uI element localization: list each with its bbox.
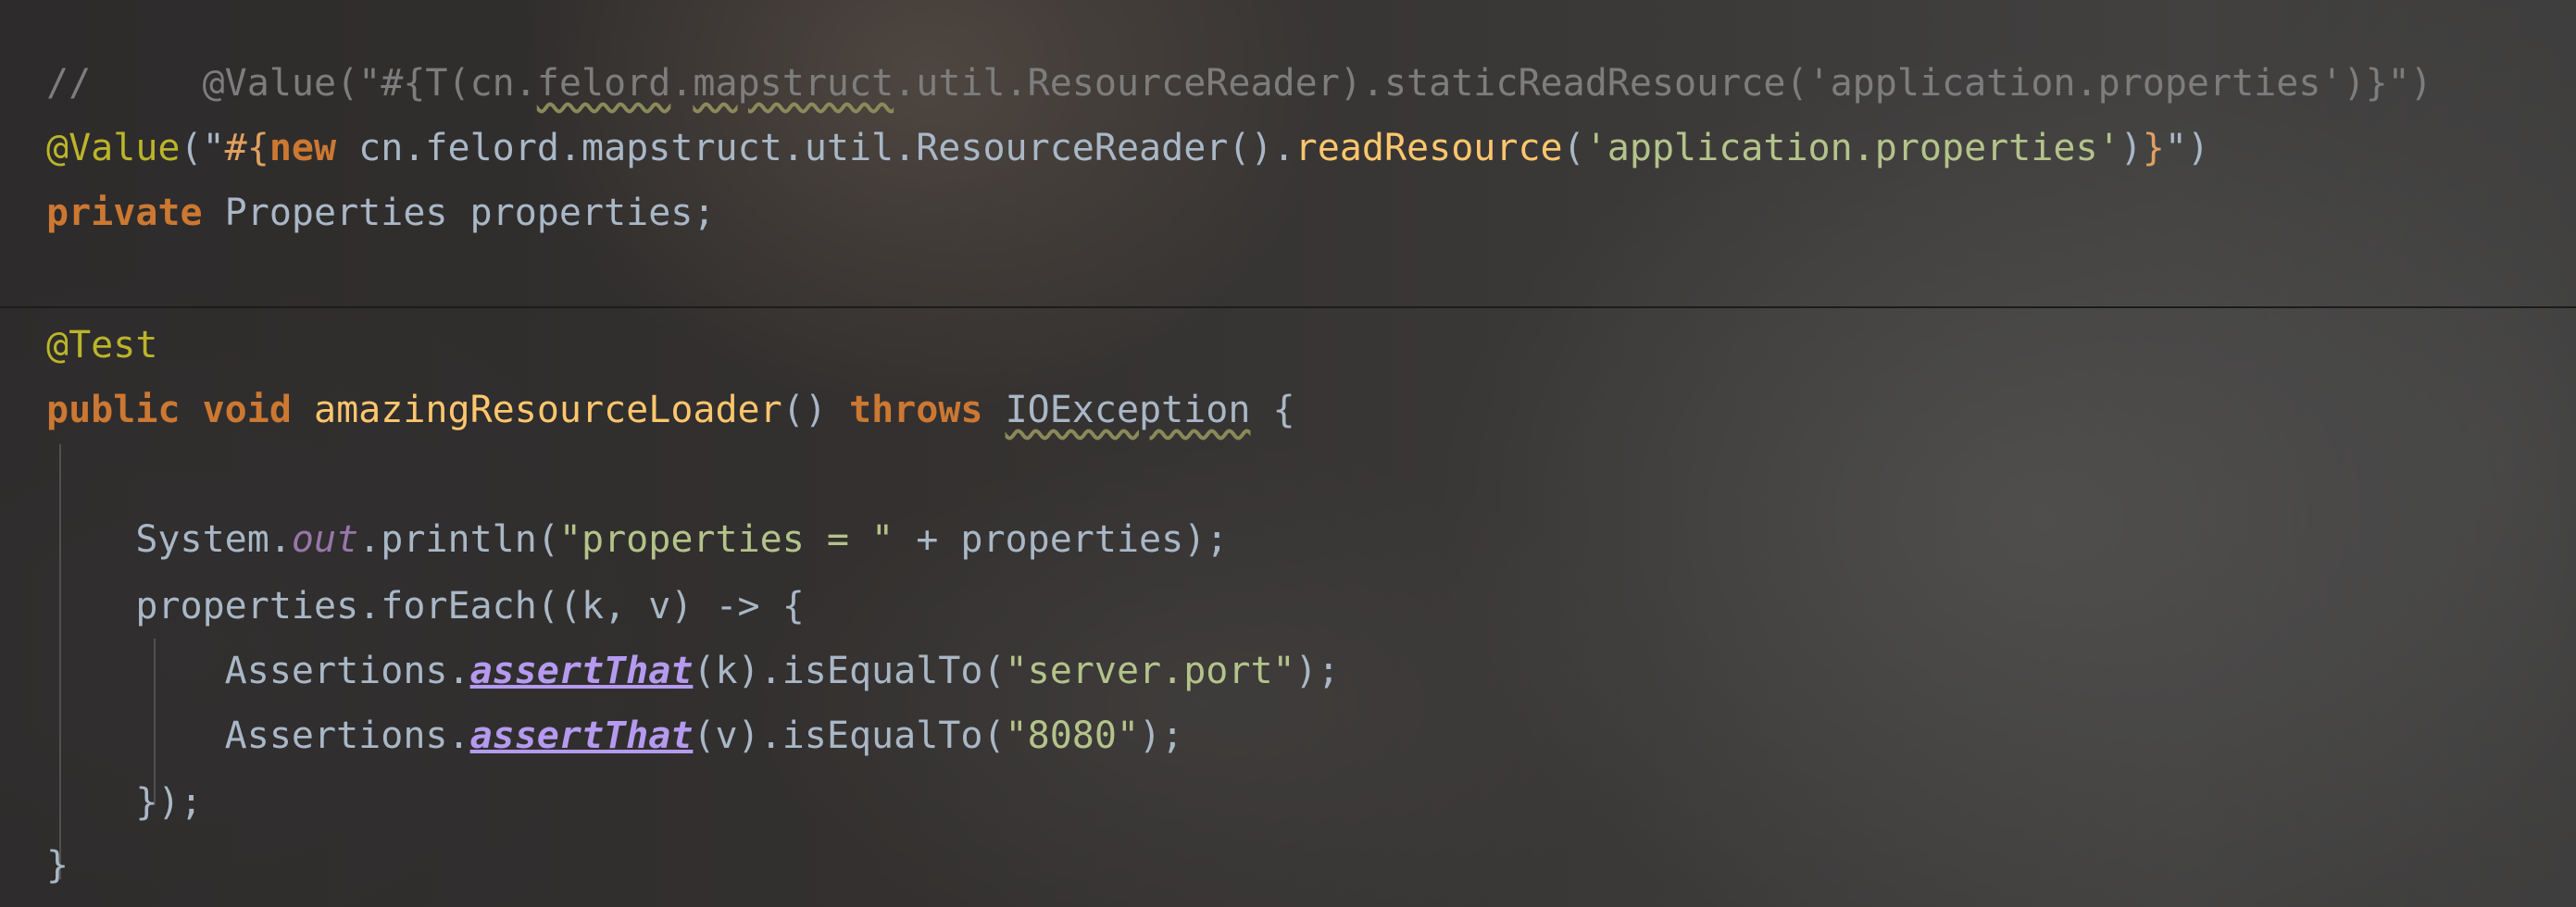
code-token: assertThat	[469, 650, 694, 692]
code-token: ")	[2164, 127, 2210, 169]
code-token: }	[2142, 127, 2165, 169]
code-token: )	[2120, 127, 2143, 169]
code-token: "server.port"	[1005, 650, 1295, 692]
code-token: Assertions.	[46, 714, 470, 757]
code-token: out	[291, 518, 359, 561]
code-line[interactable]: properties.forEach((k, v) -> {	[46, 574, 805, 639]
code-token: {	[1250, 389, 1295, 431]
code-line[interactable]: @Value("#{new cn.felord.mapstruct.util.R…	[46, 116, 2209, 180]
code-token: private	[46, 192, 225, 234]
code-token: felord	[536, 62, 671, 105]
code-token: (	[1562, 127, 1585, 169]
code-token: amazingResourceLoader	[314, 389, 782, 431]
code-token: ()	[782, 389, 849, 431]
code-editor[interactable]: // @Value("#{T(cn.felord.mapstruct.util.…	[0, 0, 2576, 907]
code-line[interactable]: Assertions.assertThat(k).isEqualTo("serv…	[46, 639, 1340, 703]
code-token: );	[1139, 714, 1184, 757]
code-token: "properties = "	[558, 518, 894, 561]
code-line[interactable]: Assertions.assertThat(v).isEqualTo("8080…	[46, 703, 1184, 768]
code-token: Assertions.	[46, 650, 470, 692]
code-token: + properties);	[894, 518, 1229, 561]
code-token: Properties properties;	[224, 192, 716, 234]
code-token: (k).isEqualTo(	[693, 650, 1006, 692]
code-token: 'application.properties'	[1584, 127, 2120, 169]
code-token: (v).isEqualTo(	[693, 714, 1006, 757]
code-token: .util.ResourceReader).staticReadResource…	[894, 62, 2432, 105]
code-token: throws	[848, 389, 1006, 431]
code-token: .	[670, 62, 694, 105]
code-token: #{	[224, 127, 269, 169]
code-line[interactable]: });	[46, 770, 203, 835]
code-token: public	[46, 389, 203, 431]
code-token: mapstruct	[693, 62, 894, 105]
code-token: properties.forEach((k, v) -> {	[46, 585, 805, 627]
code-token: IOException	[1005, 389, 1251, 431]
code-token: "8080"	[1005, 714, 1140, 757]
code-token: .println(	[358, 518, 559, 561]
code-token: //	[46, 62, 203, 105]
code-token: @Test	[46, 324, 158, 367]
code-line[interactable]: public void amazingResourceLoader() thro…	[46, 378, 1295, 442]
code-token: ("	[180, 127, 225, 169]
code-line[interactable]: System.out.println("properties = " + pro…	[46, 507, 1228, 572]
code-token: cn.felord.mapstruct.util.ResourceReader	[358, 127, 1229, 169]
code-line[interactable]: }	[46, 833, 69, 898]
code-token: assertThat	[469, 714, 694, 757]
code-line[interactable]: @Test	[46, 313, 157, 378]
code-line[interactable]: private Properties properties;	[46, 180, 715, 245]
code-token: );	[1294, 650, 1340, 692]
code-token: ().	[1228, 127, 1295, 169]
code-token: @Value("#{T(cn.	[202, 62, 537, 105]
code-token: new	[269, 127, 359, 169]
code-line[interactable]: // @Value("#{T(cn.felord.mapstruct.util.…	[46, 51, 2432, 116]
code-token: }	[46, 844, 69, 887]
code-token: void	[202, 389, 314, 431]
code-token: });	[46, 781, 203, 824]
code-token: @Value	[46, 127, 181, 169]
code-token: System.	[46, 518, 292, 561]
code-token: readResource	[1294, 127, 1563, 169]
